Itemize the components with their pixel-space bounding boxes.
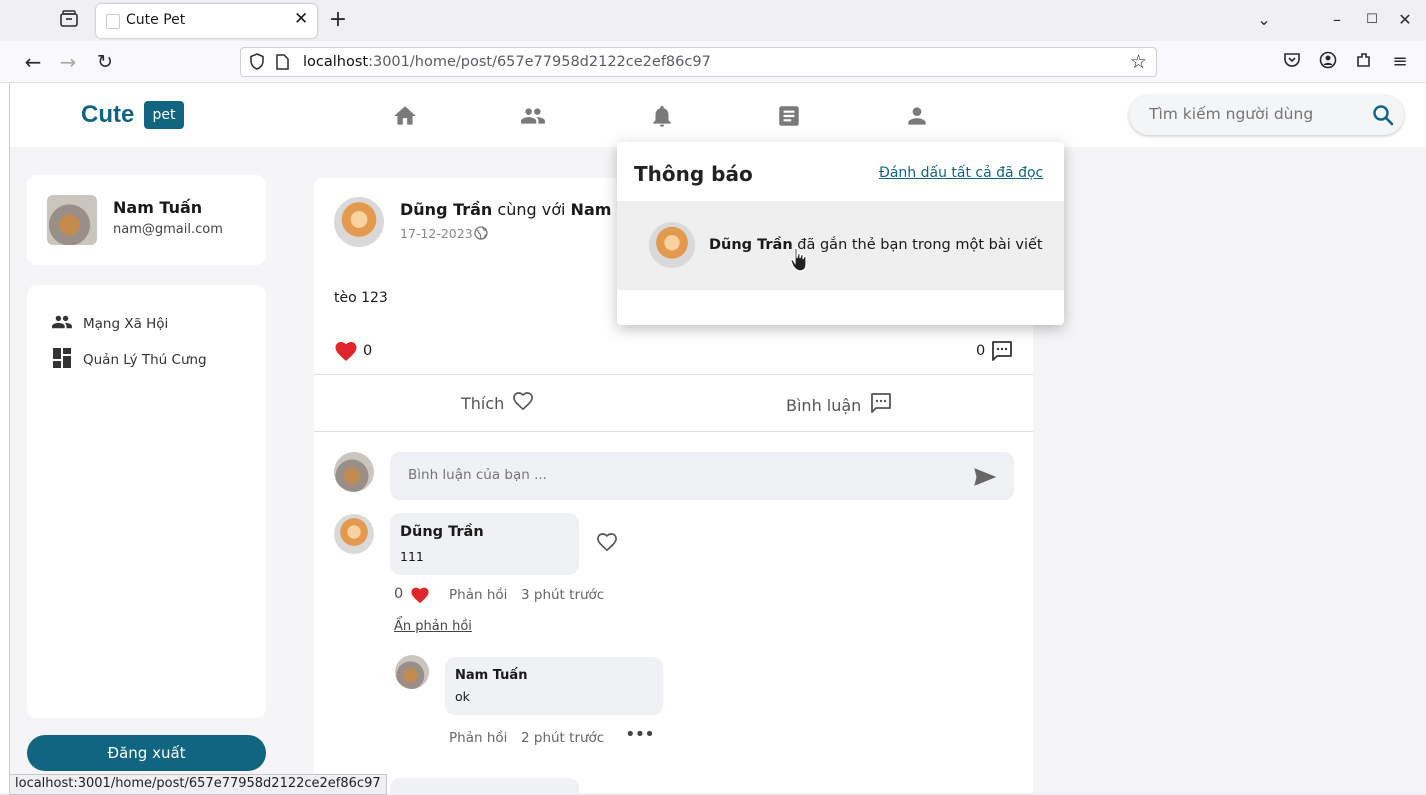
pocket-icon[interactable] [1281,51,1303,73]
comment-like-icon[interactable] [596,532,618,556]
tab-favicon-icon [106,14,120,29]
heart-outline-icon [512,391,534,415]
globe-icon [474,225,488,244]
notification-actor: Dũng Trần [709,237,793,253]
tab-title: Cute Pet [126,12,186,28]
url-path: :3001/home/post/657e77958d2122ce2ef86c97 [368,54,711,70]
browser-tab-cute-pet[interactable]: Cute Pet ✕ [96,4,317,38]
new-tab-icon[interactable]: + [327,9,349,31]
window-close-icon[interactable]: ✕ [1394,9,1416,31]
logo-text[interactable]: Cute [81,101,134,129]
notification-title: Thông báo [634,162,753,186]
posts-icon[interactable] [776,103,802,129]
post-date: 17-12-2023 [400,226,473,241]
post-author[interactable]: Dũng Trần [400,200,492,219]
tab-overview-icon[interactable] [58,9,80,31]
bookmark-star-icon[interactable]: ☆ [1130,51,1147,73]
post-content: tèo 123 [334,290,388,306]
comment-like-count: 0 [394,586,404,602]
site-header: Cute pet [9,83,1426,147]
comment-input-box[interactable] [390,452,1014,500]
comment-icon [869,391,893,419]
profile-email: nam@gmail.com [113,222,223,237]
like-button-label: Thích [461,393,505,413]
comment-count-icon [990,339,1014,367]
comment-button-label: Bình luận [786,395,862,415]
sidebar-item-label: Quản Lý Thú Cưng [83,352,207,368]
back-icon[interactable]: ← [22,51,44,73]
notification-item[interactable]: Dũng Trần đã gắn thẻ bạn trong một bài v… [617,201,1064,290]
search-icon[interactable] [1372,104,1394,130]
notification-panel: Thông báo Đánh dấu tất cả đã đọc Dũng Tr… [617,142,1064,325]
mark-all-read-link[interactable]: Đánh dấu tất cả đã đọc [879,165,1043,181]
reply-author[interactable]: Nam Tuấn [455,668,527,683]
sidebar-item-pet-management[interactable]: Quản Lý Thú Cưng [51,348,207,372]
home-icon[interactable] [392,103,418,129]
logout-button[interactable]: Đăng xuất [27,735,266,771]
friends-icon[interactable] [519,103,547,129]
url-bar[interactable]: localhost:3001/home/post/657e77958d2122c… [240,47,1157,77]
hand-cursor-icon [789,247,811,277]
post-author-avatar[interactable] [334,197,384,247]
url-text: localhost:3001/home/post/657e77958d2122c… [303,54,711,70]
post-comment-count: 0 [976,343,986,359]
comment-author[interactable]: Dũng Trần [400,524,484,540]
profile-card[interactable]: Nam Tuấn nam@gmail.com [27,175,266,265]
more-options-icon[interactable]: ••• [625,724,655,745]
minimize-icon[interactable]: – [1326,9,1348,31]
post-divider-top [314,374,1033,375]
reload-icon[interactable]: ↻ [94,51,116,73]
comment-heart-icon [410,586,430,608]
notification-text: Dũng Trần đã gắn thẻ bạn trong một bài v… [709,237,1043,253]
like-button[interactable]: Thích [461,391,534,415]
people-icon [51,313,73,335]
tab-close-icon[interactable]: ✕ [294,9,308,29]
notification-avatar [649,222,695,268]
current-user-avatar [334,452,374,492]
status-bar-url: localhost:3001/home/post/657e77958d2122c… [9,774,387,795]
send-icon[interactable] [974,468,997,490]
comment-input[interactable] [406,466,950,484]
reply-reply-link[interactable]: Phản hồi [449,730,507,746]
post-with-text: cùng với [497,200,566,219]
tab-list-chevron-icon[interactable]: ⌄ [1253,9,1275,31]
reply-author-avatar[interactable] [395,655,429,689]
forward-icon[interactable]: → [57,51,79,73]
user-search-input[interactable] [1147,104,1361,124]
extensions-icon[interactable] [1353,51,1375,73]
reply-time: 2 phút trước [521,730,605,746]
shield-icon [249,53,265,74]
dashboard-icon [51,348,73,372]
notification-message: đã gắn thẻ bạn trong một bài viết [797,237,1043,253]
user-search[interactable] [1129,95,1404,135]
background-window-edge [0,83,10,793]
logo-badge[interactable]: pet [144,101,184,129]
hide-replies-link[interactable]: Ẩn phản hồi [394,619,472,634]
account-icon[interactable] [1317,51,1339,73]
comment-bubble: Dũng Trần 111 [390,513,579,575]
url-host: localhost [303,54,369,70]
post-like-count: 0 [363,343,373,359]
sidebar-item-label: Mạng Xã Hội [83,316,169,332]
comment-bubble [390,778,579,793]
profile-name: Nam Tuấn [113,198,203,217]
menu-hamburger-icon[interactable]: ≡ [1389,51,1411,73]
reply-bubble: Nam Tuấn ok [445,657,663,715]
page-icon [276,54,289,74]
post-heart-icon [334,340,358,366]
profile-icon[interactable] [904,103,930,129]
sidebar-item-social-network[interactable]: Mạng Xã Hội [51,313,168,335]
profile-avatar [47,195,97,245]
comment-text: 111 [400,549,424,564]
web-page: Cute pet Nam Tuấn nam@gmail.com [9,83,1426,793]
maximize-icon[interactable]: ☐ [1361,9,1383,31]
reply-text: ok [455,689,470,704]
comment-reply-link[interactable]: Phản hồi [449,587,507,603]
comment-time: 3 phút trước [521,587,605,603]
comment-button[interactable]: Bình luận [786,391,893,419]
bell-icon[interactable] [649,103,675,129]
comment-author-avatar[interactable] [334,514,374,554]
post-divider-bottom [314,431,1033,432]
